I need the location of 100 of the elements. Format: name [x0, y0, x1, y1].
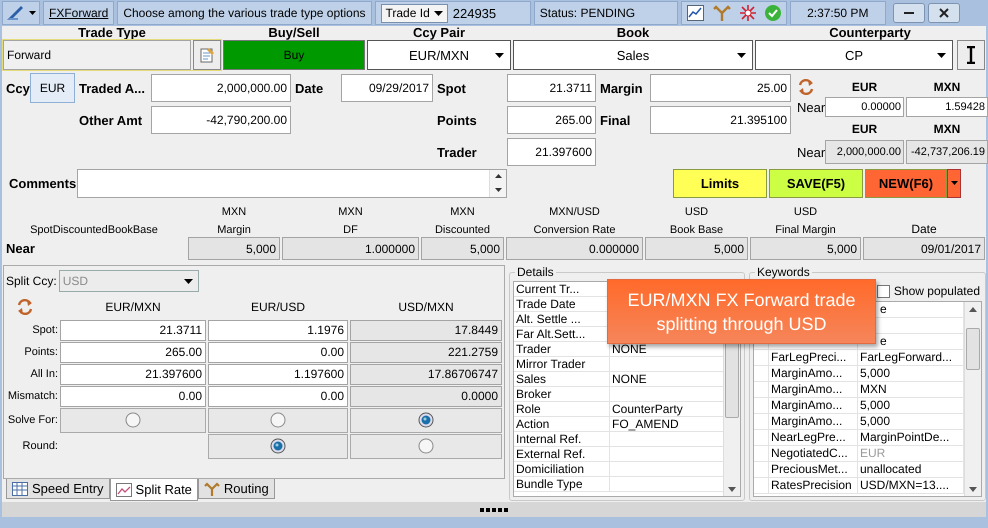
- field-label: Date: [294, 80, 324, 96]
- input-field[interactable]: 265.00: [60, 342, 206, 362]
- field-label: Comments: [8, 176, 77, 190]
- input-field[interactable]: 21.397600: [507, 138, 596, 166]
- input-field: 221.2759: [350, 342, 502, 362]
- input-field: 17.8449: [350, 320, 502, 340]
- row-label: Near: [5, 241, 36, 256]
- input-field[interactable]: 265.00: [507, 106, 596, 134]
- column-label: Ccy Pair: [412, 26, 466, 40]
- buy-sell-toggle[interactable]: Buy: [223, 40, 365, 70]
- row-label: Points:: [23, 346, 58, 358]
- property-name: FarLegPreci...: [769, 350, 858, 366]
- action-button[interactable]: SAVE(F5): [769, 168, 863, 198]
- field-label: Other Amt: [78, 112, 144, 128]
- field-label: Margin: [599, 80, 644, 96]
- group-title: Keywords: [755, 265, 812, 279]
- id-type-dropdown[interactable]: Trade Id: [380, 4, 448, 22]
- dropdown[interactable]: EUR/MXN: [367, 40, 511, 70]
- input-field[interactable]: 09/29/2017: [341, 74, 433, 102]
- trade-type-field[interactable]: Forward: [3, 40, 191, 70]
- table-cell: 09/01/2017: [863, 237, 985, 260]
- property-name: Role: [514, 402, 610, 417]
- currency-label: EUR: [850, 80, 878, 94]
- table-cell: 5,000: [188, 237, 280, 260]
- hint-text: Choose among the various trade type options: [123, 6, 366, 20]
- input-field[interactable]: -42,737,206.19: [906, 140, 988, 164]
- column-header: EUR/MXN: [104, 300, 162, 314]
- currency-button[interactable]: EUR: [30, 73, 75, 103]
- action-button[interactable]: NEW(F6): [865, 168, 947, 198]
- action-button[interactable]: Limits: [673, 168, 767, 198]
- property-name: NegotiatedC...: [769, 446, 858, 462]
- property-name: Bundle Type: [514, 477, 610, 492]
- tab[interactable]: Routing: [198, 479, 275, 499]
- group-title: Details: [515, 265, 556, 279]
- input-field[interactable]: 1.197600: [208, 364, 348, 384]
- input-field[interactable]: 1.59428: [906, 97, 988, 117]
- callout-tooltip: EUR/MXN FX Forward trade splitting through USD: [607, 279, 876, 344]
- property-name: MarginAmo...: [769, 366, 858, 382]
- input-field[interactable]: 0.00: [60, 386, 206, 406]
- property-name: Domiciliation: [514, 462, 610, 477]
- property-name: Broker: [514, 387, 610, 402]
- property-value: NONE: [611, 372, 648, 387]
- field-label: Spot: [436, 80, 467, 96]
- column-header: USD/MXN: [397, 300, 455, 314]
- property-name: RatesPrecision: [769, 478, 858, 494]
- field-label: Ccy: [5, 80, 30, 96]
- input-field[interactable]: 0.00: [208, 342, 348, 362]
- property-value: FO_AMEND: [611, 417, 680, 432]
- field-label: Trader: [436, 144, 478, 160]
- row-label: Solve For:: [6, 414, 58, 426]
- input-field[interactable]: 0.00000: [825, 97, 904, 117]
- tab[interactable]: Split Rate: [110, 479, 198, 501]
- column-label: Counterparty: [828, 26, 912, 40]
- input-field[interactable]: 1.1976: [208, 320, 348, 340]
- property-value: NONE: [611, 342, 648, 357]
- checkbox-label: Show populated: [894, 284, 980, 298]
- unit-label: MXN: [449, 206, 476, 218]
- row-label: Near: [797, 144, 823, 160]
- unit-label: MXN/USD: [548, 206, 601, 218]
- property-name: Internal Ref.: [514, 432, 610, 447]
- table-cell: 5,000: [645, 237, 748, 260]
- currency-label: EUR: [850, 122, 878, 136]
- property-name: NearLegPre...: [769, 430, 858, 446]
- column-header: Final Margin: [774, 224, 837, 236]
- input-field[interactable]: 21.397600: [60, 364, 206, 384]
- currency-label: MXN: [932, 80, 962, 94]
- property-name: Mirror Trader: [514, 357, 610, 372]
- column-header: SpotDiscountedBookBase: [29, 224, 159, 236]
- column-header: EUR/USD: [250, 300, 306, 314]
- input-field[interactable]: 0.00: [208, 386, 348, 406]
- property-name: PreciousMet...: [769, 462, 858, 478]
- input-field: 17.86706747: [350, 364, 502, 384]
- input-field[interactable]: 25.00: [650, 74, 791, 102]
- clock-time: 2:37:50 PM: [807, 6, 868, 20]
- table-cell: 5,000: [421, 237, 504, 260]
- column-header: Discounted: [434, 224, 492, 236]
- input-field[interactable]: 21.3711: [60, 320, 206, 340]
- input-field[interactable]: 21.395100: [650, 106, 791, 134]
- field-label: Split Ccy:: [6, 274, 57, 288]
- row-label: All In:: [29, 368, 58, 380]
- dropdown[interactable]: CP: [755, 40, 953, 70]
- column-header: Conversion Rate: [532, 224, 616, 236]
- currency-label: MXN: [932, 122, 962, 136]
- input-field[interactable]: 2,000,000.00: [151, 74, 291, 102]
- trade-id-value: 224935: [452, 6, 498, 20]
- status-text: Status: PENDING: [540, 6, 636, 20]
- column-header: Book Base: [668, 224, 724, 236]
- field-label: Final: [599, 112, 632, 128]
- field-label: Points: [436, 112, 478, 128]
- column-label: Book: [616, 26, 650, 40]
- input-field: 0.0000: [350, 386, 502, 406]
- input-field[interactable]: -42,790,200.00: [151, 106, 291, 134]
- table-cell: 5,000: [750, 237, 861, 260]
- column-label: Buy/Sell: [267, 26, 321, 40]
- column-header: Date: [910, 222, 938, 236]
- input-field[interactable]: 21.3711: [507, 74, 596, 102]
- input-field[interactable]: 2,000,000.00: [825, 140, 904, 164]
- tab[interactable]: Speed Entry: [6, 479, 110, 499]
- property-name: External Ref.: [514, 447, 610, 462]
- dropdown[interactable]: Sales: [513, 40, 753, 70]
